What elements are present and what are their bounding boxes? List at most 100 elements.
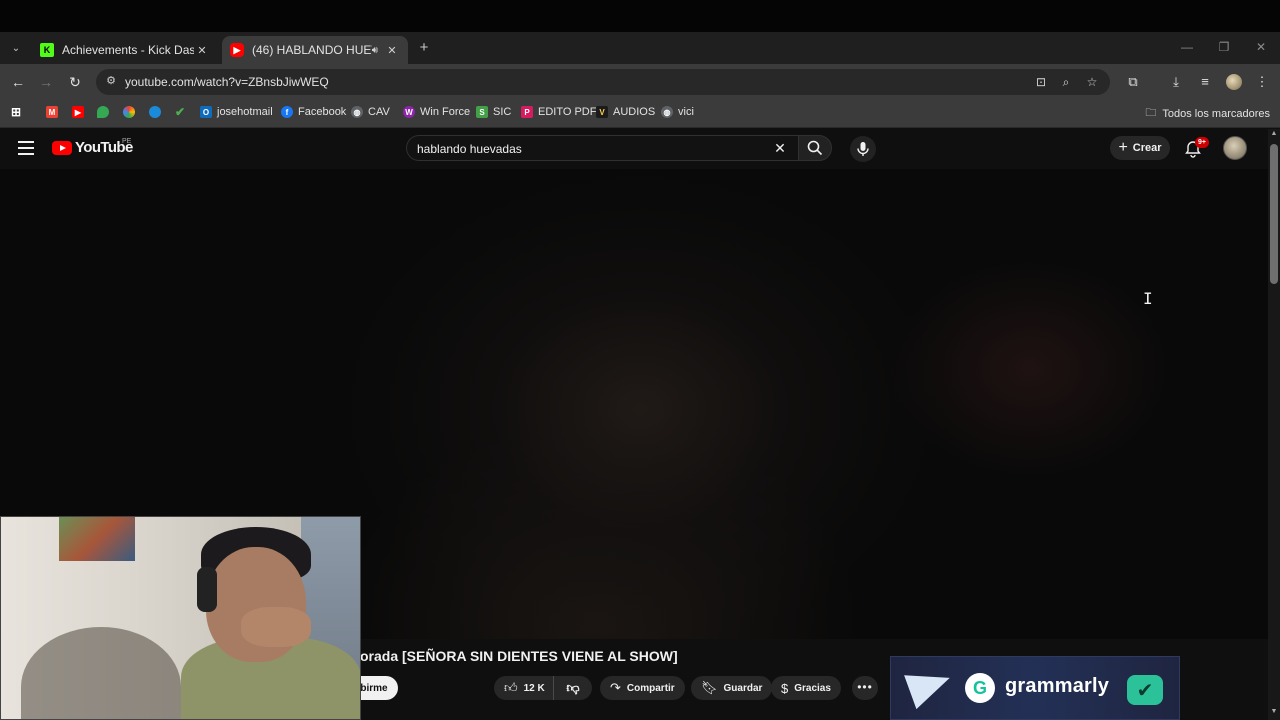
share-arrow-icon: ↷ [610, 680, 621, 695]
all-bookmarks-folder[interactable]: 🗀︎ Todos los marcadores [1145, 104, 1270, 123]
youtube-play-icon [52, 140, 72, 155]
extensions-icon[interactable]: ⧉ [1125, 74, 1141, 90]
bookmark-gmail[interactable]: M [46, 104, 63, 120]
browser-menu-icon[interactable]: ⋮ [1254, 74, 1270, 90]
text-cursor-icon: I [1143, 289, 1153, 308]
grammarly-brand-text: grammarly [1005, 675, 1110, 697]
clear-search-icon[interactable]: ✕ [772, 140, 788, 156]
back-arrow-icon[interactable]: ← [10, 74, 26, 90]
edge-icon [149, 106, 161, 118]
grammarly-logo-icon: G [965, 673, 995, 703]
create-button[interactable]: + Crear [1110, 136, 1170, 160]
zoom-icon[interactable]: ⌕ [1058, 74, 1074, 90]
webcam-wall-shadow [21, 627, 181, 719]
more-actions-button[interactable]: ••• [852, 676, 878, 700]
bookmark-josehotmail[interactable]: Ojosehotmail [200, 104, 273, 120]
account-avatar[interactable] [1223, 136, 1247, 160]
bookmark-win-force[interactable]: W Win Force [403, 104, 470, 120]
media-controls-icon[interactable]: ≡ [1197, 74, 1213, 90]
bookmark-youtube[interactable]: ▶ [72, 104, 89, 120]
headset-icon [197, 567, 217, 612]
scroll-down-arrow-icon[interactable]: ▼ [1268, 708, 1280, 715]
restore-icon[interactable]: ❐ [1214, 40, 1234, 54]
bookmark-check[interactable]: ✔ [174, 104, 191, 120]
apps-grid-icon[interactable]: ⊞ [10, 104, 27, 120]
scroll-up-arrow-icon[interactable]: ▲ [1268, 130, 1280, 137]
globe-icon: ◍ [351, 106, 363, 118]
search-input-value[interactable]: hablando huevadas [417, 142, 522, 156]
bookmark-edge[interactable] [149, 104, 166, 120]
bookmark-edito-pdf[interactable]: P EDITO PDF [521, 104, 596, 120]
voice-search-button[interactable] [850, 136, 876, 162]
region-code: PE [122, 138, 132, 145]
super-thanks-icon: $ [781, 680, 789, 696]
bookmark-icon: 🔖︎ [701, 680, 718, 695]
thumbs-down-icon: 👎︎ [566, 680, 580, 695]
save-button[interactable]: 🔖︎ Guardar [691, 676, 773, 700]
youtube-icon: ▶ [230, 43, 244, 57]
tab-title: Achievements - Kick Dashboard [62, 43, 194, 57]
tab-search-chevron-icon[interactable]: ⌄ [8, 38, 24, 58]
dislike-button[interactable]: 👎︎ [554, 680, 592, 696]
new-tab-plus-icon[interactable]: + [416, 40, 432, 56]
sic-icon: S [476, 106, 488, 118]
close-tab-icon[interactable]: ✕ [384, 44, 400, 57]
winforce-icon: W [403, 106, 415, 118]
globe-icon: ◍ [661, 106, 673, 118]
reload-icon[interactable]: ↻ [67, 74, 83, 90]
tab-youtube-video[interactable]: ▶ (46) HABLANDO HUEVADA 🔊︎ ✕ [222, 36, 408, 64]
plus-icon: + [1118, 139, 1128, 156]
facebook-icon: f [281, 106, 293, 118]
check-icon: ✔ [174, 105, 186, 119]
gmail-icon: M [46, 106, 58, 118]
bookmark-photos[interactable] [123, 104, 140, 120]
photos-icon [123, 106, 135, 118]
grammarly-ad-banner[interactable]: G grammarly ✔ [890, 656, 1180, 720]
paper-plane-icon [904, 660, 956, 710]
tab-title: (46) HABLANDO HUEVADA [252, 43, 372, 57]
video-title: orada [SEÑORA SIN DIENTES VIENE AL SHOW] [360, 648, 678, 664]
youtube-icon: ▶ [72, 106, 84, 118]
search-icon [807, 140, 823, 156]
microphone-icon [857, 142, 869, 156]
webcam-background-shelf [59, 517, 135, 561]
bookmark-audios[interactable]: V AUDIOS [596, 104, 655, 120]
close-tab-icon[interactable]: ✕ [194, 44, 210, 57]
thumbs-up-icon: 👍︎ [504, 680, 518, 695]
scrollbar-thumb[interactable] [1270, 144, 1278, 284]
webcam-person-hand [241, 607, 311, 647]
maps-icon [97, 106, 109, 118]
bookmark-sic[interactable]: S SIC [476, 104, 511, 120]
thanks-button[interactable]: $ Gracias [771, 676, 841, 700]
outlook-icon: O [200, 106, 212, 118]
downloads-icon[interactable]: ⤓ [1168, 74, 1184, 90]
webcam-overlay [0, 516, 361, 720]
hamburger-menu-icon[interactable] [18, 141, 34, 155]
search-button[interactable] [798, 135, 832, 161]
kick-icon: K [40, 43, 54, 57]
site-info-icon[interactable]: ⚙ [104, 74, 118, 88]
share-button[interactable]: ↷ Compartir [600, 676, 685, 700]
bookmark-vici[interactable]: ◍ vici [661, 104, 694, 120]
pdf-icon: P [521, 106, 533, 118]
url-text[interactable]: youtube.com/watch?v=ZBnsbJiwWEQ [125, 75, 329, 89]
like-button[interactable]: 👍︎ 12 K [494, 676, 554, 700]
bookmark-star-icon[interactable]: ☆ [1084, 74, 1100, 90]
install-app-icon[interactable]: ⊡ [1033, 74, 1049, 90]
youtube-logo[interactable]: YouTube [52, 139, 133, 156]
minimize-icon[interactable]: — [1177, 40, 1197, 54]
browser-profile-avatar[interactable] [1226, 74, 1242, 90]
tab-kick-dashboard[interactable]: K Achievements - Kick Dashboard ✕ [32, 36, 218, 64]
audios-icon: V [596, 106, 608, 118]
speaker-icon[interactable]: 🔊︎ [372, 45, 378, 56]
bookmark-maps[interactable] [97, 104, 114, 120]
close-window-icon[interactable]: ✕ [1251, 40, 1271, 54]
like-count: 12 K [523, 682, 545, 694]
bookmark-cav[interactable]: ◍ CAV [351, 104, 390, 120]
notification-count-badge: 9+ [1195, 137, 1209, 148]
folder-icon: 🗀︎ [1145, 107, 1157, 119]
forward-arrow-icon[interactable]: → [38, 74, 54, 90]
like-dislike-group: 👍︎ 12 K 👎︎ [494, 676, 592, 700]
bookmark-facebook[interactable]: f Facebook [281, 104, 346, 120]
checkmark-badge-icon: ✔ [1127, 675, 1163, 705]
